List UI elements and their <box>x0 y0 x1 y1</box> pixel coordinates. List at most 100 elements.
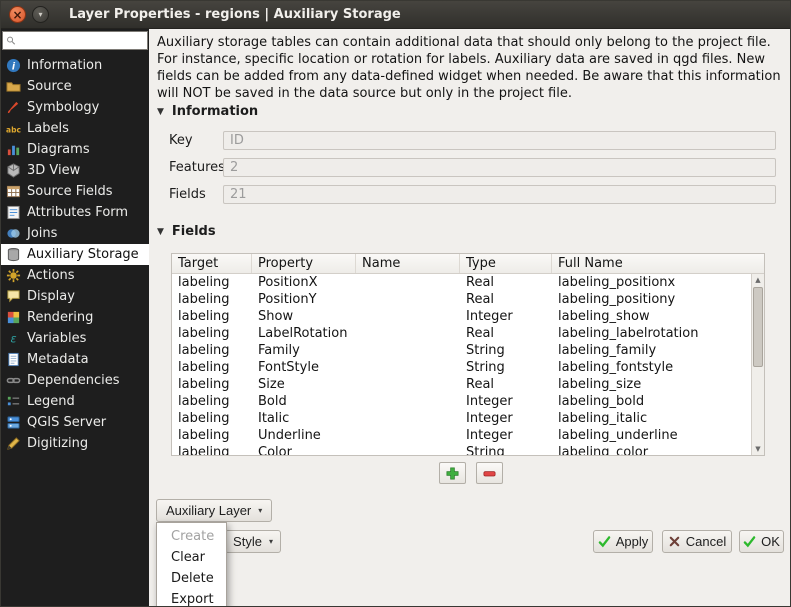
joins-icon <box>6 226 21 241</box>
table-cell: labeling_size <box>552 376 751 393</box>
table-cell <box>356 410 460 427</box>
table-cell: labeling <box>172 444 252 455</box>
menu-item-delete[interactable]: Delete <box>157 568 226 589</box>
table-row[interactable]: labelingSizeReallabeling_size <box>172 376 751 393</box>
table-row[interactable]: labelingItalicIntegerlabeling_italic <box>172 410 751 427</box>
qgis-server-icon <box>6 415 21 430</box>
information-section-header[interactable]: ▼ Information <box>157 104 258 119</box>
auxiliary-storage-description: Auxiliary storage tables can contain add… <box>157 34 789 102</box>
legend-icon <box>6 394 21 409</box>
table-cell: labeling <box>172 376 252 393</box>
display-icon <box>6 289 21 304</box>
info-row-key: Key <box>169 131 776 151</box>
sidebar-item-label: Attributes Form <box>27 205 128 220</box>
sidebar-item-information[interactable]: iInformation <box>1 55 149 76</box>
table-row[interactable]: labelingBoldIntegerlabeling_bold <box>172 393 751 410</box>
table-cell: Real <box>460 376 552 393</box>
info-value-key <box>223 131 776 150</box>
table-row[interactable]: labelingUnderlineIntegerlabeling_underli… <box>172 427 751 444</box>
sidebar-search[interactable] <box>2 31 148 50</box>
info-row-fields: Fields <box>169 185 776 205</box>
fields-table-header: TargetPropertyNameTypeFull Name <box>172 254 764 274</box>
table-cell: Integer <box>460 410 552 427</box>
sidebar-item-rendering[interactable]: Rendering <box>1 307 149 328</box>
variables-icon: ε <box>6 331 21 346</box>
sidebar-item-source[interactable]: Source <box>1 76 149 97</box>
table-cell: labeling_bold <box>552 393 751 410</box>
table-cell: labeling <box>172 427 252 444</box>
sidebar-item-variables[interactable]: εVariables <box>1 328 149 349</box>
info-label-fields: Fields <box>169 187 206 202</box>
info-label-key: Key <box>169 133 193 148</box>
table-row[interactable]: labelingPositionYReallabeling_positiony <box>172 291 751 308</box>
apply-button[interactable]: Apply <box>593 530 653 553</box>
style-button[interactable]: Style ▾ <box>225 530 281 553</box>
sidebar-item-label: Diagrams <box>27 142 90 157</box>
scroll-down-icon[interactable]: ▼ <box>752 443 764 455</box>
sidebar-item-metadata[interactable]: Metadata <box>1 349 149 370</box>
sidebar-search-input[interactable] <box>19 34 144 48</box>
table-cell: Underline <box>252 427 356 444</box>
table-row[interactable]: labelingFamilyStringlabeling_family <box>172 342 751 359</box>
fields-table-body: labelingPositionXReallabeling_positionxl… <box>172 274 751 455</box>
sidebar-item-digitizing[interactable]: Digitizing <box>1 433 149 454</box>
column-header-full-name[interactable]: Full Name <box>552 254 764 273</box>
column-header-name[interactable]: Name <box>356 254 460 273</box>
sidebar-item-3d-view[interactable]: 3D View <box>1 160 149 181</box>
ok-button[interactable]: OK <box>739 530 784 553</box>
auxiliary-layer-button[interactable]: Auxiliary Layer ▾ <box>156 499 272 522</box>
sidebar-item-auxiliary-storage[interactable]: Auxiliary Storage <box>1 244 149 265</box>
attributes-form-icon <box>6 205 21 220</box>
sidebar-item-label: Digitizing <box>27 436 88 451</box>
sidebar-item-qgis-server[interactable]: QGIS Server <box>1 412 149 433</box>
table-row[interactable]: labelingFontStyleStringlabeling_fontstyl… <box>172 359 751 376</box>
fields-section-header[interactable]: ▼ Fields <box>157 224 216 239</box>
sidebar-item-display[interactable]: Display <box>1 286 149 307</box>
table-cell: labeling_family <box>552 342 751 359</box>
layer-properties-window: × ▾ Layer Properties - regions | Auxilia… <box>0 0 791 607</box>
table-row[interactable]: labelingPositionXReallabeling_positionx <box>172 274 751 291</box>
check-icon <box>598 535 611 548</box>
menu-item-clear[interactable]: Clear <box>157 547 226 568</box>
column-header-property[interactable]: Property <box>252 254 356 273</box>
sidebar-item-label: Labels <box>27 121 69 136</box>
scrollbar-thumb[interactable] <box>753 287 763 367</box>
table-row[interactable]: labelingShowIntegerlabeling_show <box>172 308 751 325</box>
sidebar-item-joins[interactable]: Joins <box>1 223 149 244</box>
menu-item-export[interactable]: Export <box>157 589 226 607</box>
sidebar-item-labels[interactable]: abc Labels <box>1 118 149 139</box>
table-row[interactable]: labelingColorStringlabeling_color <box>172 444 751 455</box>
close-button[interactable]: × <box>9 6 26 23</box>
add-field-button[interactable] <box>439 462 466 484</box>
remove-field-button[interactable] <box>476 462 503 484</box>
column-header-target[interactable]: Target <box>172 254 252 273</box>
digitizing-icon <box>6 436 21 451</box>
sidebar-item-actions[interactable]: Actions <box>1 265 149 286</box>
sidebar-item-dependencies[interactable]: Dependencies <box>1 370 149 391</box>
sidebar-item-attributes-form[interactable]: Attributes Form <box>1 202 149 223</box>
sidebar-item-label: Legend <box>27 394 75 409</box>
sidebar-item-diagrams[interactable]: Diagrams <box>1 139 149 160</box>
svg-text:abc: abc <box>6 125 21 134</box>
minimize-button[interactable]: ▾ <box>32 6 49 23</box>
main-content: Auxiliary storage tables can contain add… <box>149 29 791 607</box>
table-row[interactable]: labelingLabelRotationReallabeling_labelr… <box>172 325 751 342</box>
cancel-button[interactable]: Cancel <box>662 530 732 553</box>
table-scrollbar[interactable]: ▲ ▼ <box>751 274 764 455</box>
search-icon <box>6 35 16 46</box>
sidebar-item-label: Rendering <box>27 310 93 325</box>
check-icon <box>743 535 756 548</box>
sidebar-item-symbology[interactable]: Symbology <box>1 97 149 118</box>
sidebar-item-source-fields[interactable]: Source Fields <box>1 181 149 202</box>
minus-icon <box>482 466 497 481</box>
table-cell: labeling <box>172 342 252 359</box>
table-cell: labeling_color <box>552 444 751 455</box>
source-icon <box>6 79 21 94</box>
table-cell <box>356 393 460 410</box>
collapse-arrow-icon: ▼ <box>157 107 164 117</box>
field-actions <box>149 462 791 484</box>
table-cell: Integer <box>460 308 552 325</box>
sidebar-item-legend[interactable]: Legend <box>1 391 149 412</box>
scroll-up-icon[interactable]: ▲ <box>752 274 764 286</box>
column-header-type[interactable]: Type <box>460 254 552 273</box>
